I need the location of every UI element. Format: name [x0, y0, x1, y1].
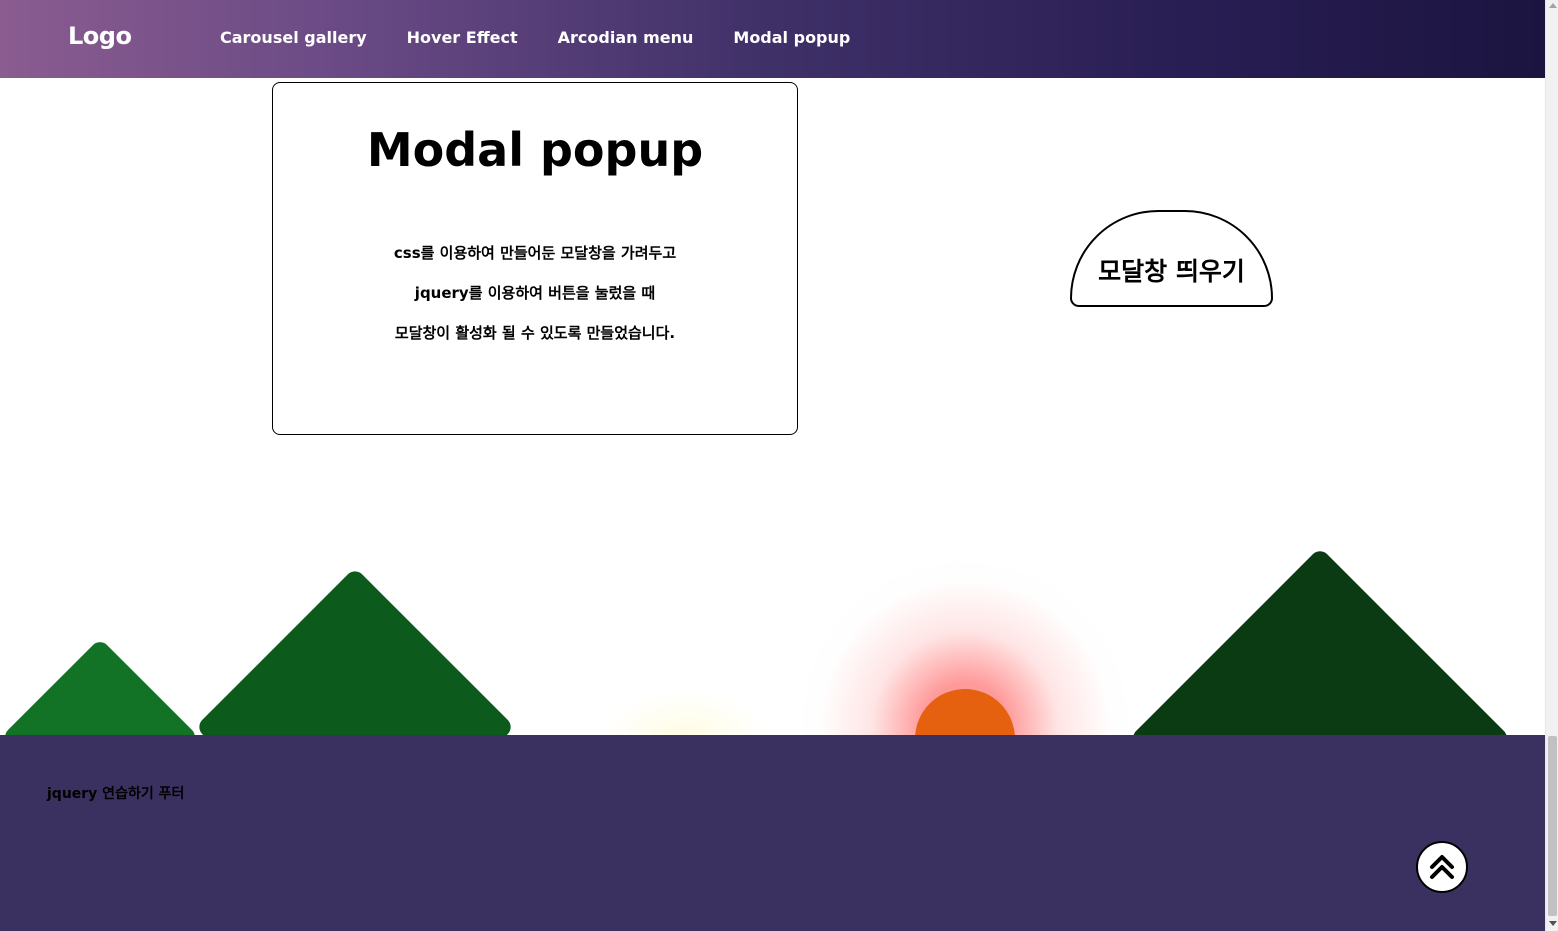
card-title: Modal popup	[366, 123, 704, 177]
scroll-down-arrow-icon[interactable]	[1549, 921, 1557, 926]
footer-text: jquery 연습하기 푸터	[47, 786, 185, 802]
nav-link-carousel-gallery[interactable]: Carousel gallery	[220, 28, 367, 47]
scroll-up-arrow-icon[interactable]	[1549, 3, 1557, 8]
page-viewport: Logo Carousel gallery Hover Effect Arcod…	[0, 0, 1545, 931]
modal-description-card: Modal popup css를 이용하여 만들어둔 모달창을 가려두고 jqu…	[272, 82, 798, 435]
top-header: Logo Carousel gallery Hover Effect Arcod…	[0, 0, 1545, 78]
vertical-scrollbar[interactable]	[1545, 0, 1558, 931]
nav-link-hover-effect[interactable]: Hover Effect	[407, 28, 518, 47]
double-chevron-up-icon	[1430, 855, 1454, 879]
scroll-to-top-button[interactable]	[1416, 841, 1468, 893]
card-description-line: css를 이용하여 만들어둔 모달창을 가려두고	[393, 244, 677, 262]
nav-link-arcodian-menu[interactable]: Arcodian menu	[558, 28, 694, 47]
open-modal-button[interactable]: 모달창 띄우기	[1070, 210, 1273, 307]
card-description-line: 모달창이 활성화 될 수 있도록 만들었습니다.	[394, 324, 676, 342]
logo[interactable]: Logo	[68, 22, 132, 50]
main-nav: Carousel gallery Hover Effect Arcodian m…	[220, 28, 890, 47]
card-description: css를 이용하여 만들어둔 모달창을 가려두고 jquery를 이용하여 버튼…	[273, 241, 797, 361]
scrollbar-thumb[interactable]	[1548, 736, 1557, 916]
nav-link-modal-popup[interactable]: Modal popup	[733, 28, 850, 47]
card-description-line: jquery를 이용하여 버튼을 눌렀을 때	[414, 284, 656, 302]
page-footer: jquery 연습하기 푸터	[0, 735, 1545, 931]
